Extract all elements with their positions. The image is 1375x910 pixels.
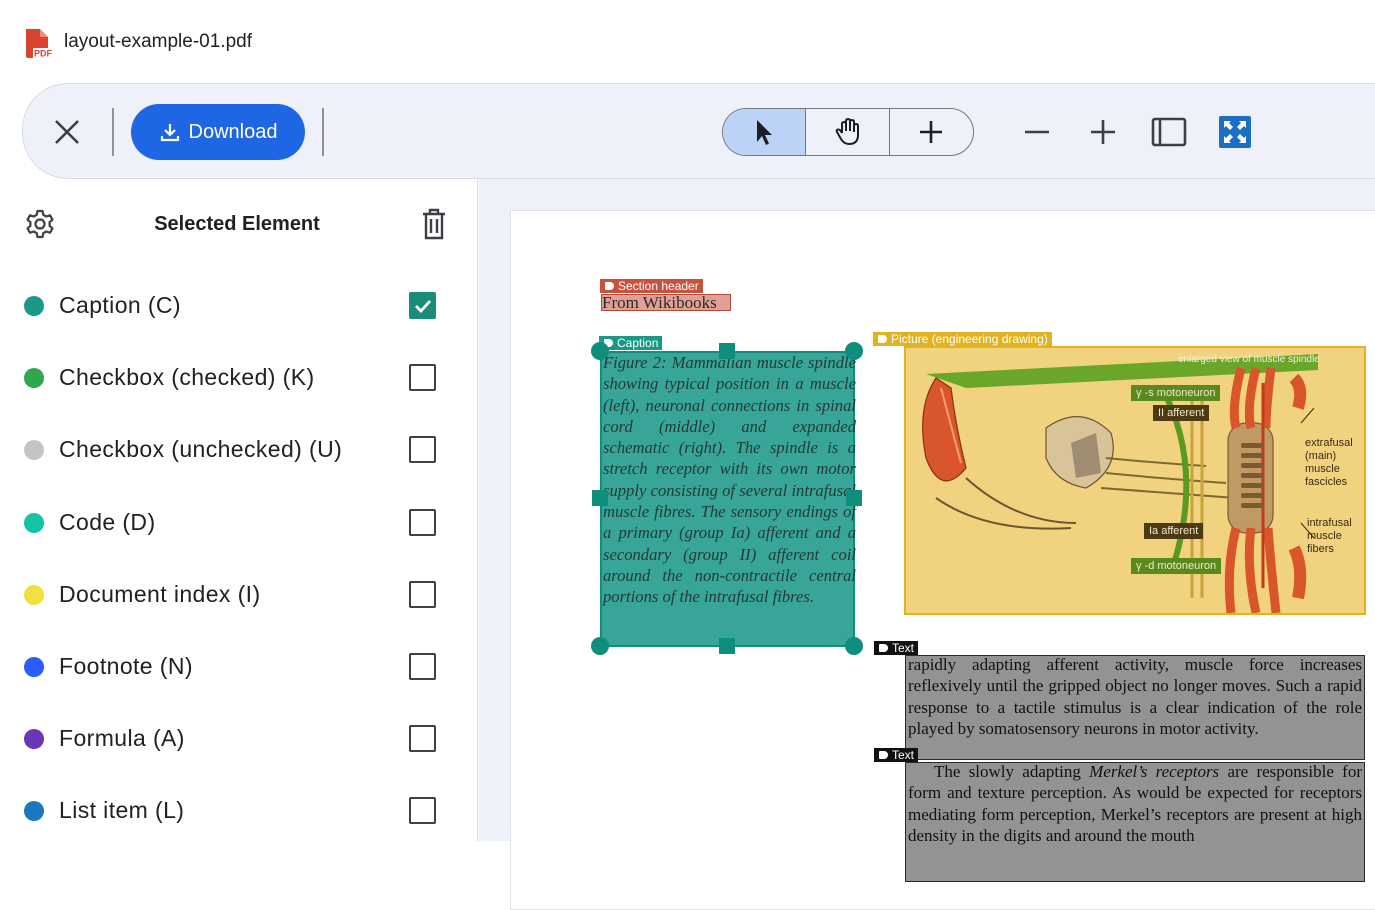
element-sidebar: Selected Element Caption (C) Checkbox (c…	[0, 179, 478, 841]
picture-label-gamma-d: γ -d motoneuron	[1131, 558, 1222, 574]
sidebar-item-label: List item (L)	[59, 797, 185, 823]
text-block[interactable]: The slowly adapting Merkel’s receptors a…	[905, 762, 1365, 882]
title-bar: PDF layout-example-01.pdf	[0, 0, 1375, 83]
checkbox[interactable]	[409, 364, 436, 391]
sidebar-title: Selected Element	[154, 213, 320, 235]
resize-handle-left[interactable]	[592, 490, 608, 506]
toolbar: Download	[22, 83, 1375, 179]
pdf-page: Section header From Wikibooks Caption Fi…	[510, 210, 1375, 910]
color-dot	[24, 368, 44, 388]
sidebar-item[interactable]: Formula (A)	[0, 709, 476, 769]
picture-tag: Picture (engineering drawing)	[873, 332, 1052, 346]
delete-button[interactable]	[421, 208, 447, 245]
checkbox[interactable]	[409, 725, 436, 752]
text-segment-italic: Merkel’s receptors	[1089, 762, 1220, 781]
picture-label-intrafusal: intrafusal muscle fibers	[1307, 517, 1352, 555]
color-dot	[24, 585, 44, 605]
text-block-content: rapidly adapting afferent activity, musc…	[908, 655, 1362, 738]
sidebar-item[interactable]: Checkbox (unchecked) (U)	[0, 420, 476, 480]
fit-width-button[interactable]	[1149, 112, 1189, 152]
color-dot	[24, 801, 44, 821]
section-header-tag: Section header	[600, 279, 703, 293]
picture-box[interactable]: enlarged view of muscle spindle γ -s mot…	[904, 346, 1366, 615]
resize-handle-bottom-left[interactable]	[591, 637, 609, 655]
text-block-content: The slowly adapting Merkel’s receptors a…	[908, 762, 1362, 846]
close-icon	[55, 120, 79, 144]
sidebar-item[interactable]: Footnote (N)	[0, 637, 476, 697]
checkbox[interactable]	[409, 653, 436, 680]
color-dot	[24, 513, 44, 533]
resize-handle-right[interactable]	[846, 490, 862, 506]
sidebar-item[interactable]: Code (D)	[0, 493, 476, 553]
sidebar-item-label: Document index (I)	[59, 581, 261, 607]
download-icon	[160, 124, 179, 142]
check-icon	[414, 299, 431, 313]
text-block[interactable]: rapidly adapting afferent activity, musc…	[905, 655, 1365, 760]
sidebar-item-label: Checkbox (unchecked) (U)	[59, 436, 343, 462]
sidebar-item[interactable]: Caption (C)	[0, 276, 476, 336]
picture-label-gamma-s: γ -s motoneuron	[1131, 385, 1221, 401]
sidebar-item-label: Footnote (N)	[59, 653, 193, 679]
trash-icon	[423, 208, 445, 240]
checkbox[interactable]	[409, 509, 436, 536]
pan-tool-button[interactable]	[806, 109, 890, 155]
hand-icon	[835, 118, 859, 145]
resize-handle-top-left[interactable]	[591, 342, 609, 360]
checkbox[interactable]	[409, 797, 436, 824]
fit-width-icon	[1151, 117, 1187, 147]
resize-handle-bottom[interactable]	[719, 638, 735, 654]
close-button[interactable]	[51, 116, 83, 148]
pdf-icon-text: PDF	[34, 49, 52, 59]
download-label: Download	[188, 120, 278, 143]
color-dot	[24, 296, 44, 316]
resize-handle-top[interactable]	[719, 343, 735, 359]
text-tag: Text	[874, 748, 919, 762]
picture-label-enlarged: enlarged view of muscle spindle	[1178, 354, 1320, 365]
checkbox[interactable]	[409, 581, 436, 608]
sidebar-item-label: Checkbox (checked) (K)	[59, 364, 315, 390]
toolbar-divider	[322, 108, 324, 156]
sidebar-item-label: Code (D)	[59, 509, 156, 535]
download-button[interactable]: Download	[131, 104, 305, 160]
text-segment: The slowly adapting	[934, 762, 1090, 781]
minus-icon	[1025, 130, 1049, 134]
color-dot	[24, 657, 44, 677]
caption-text: Figure 2: Mammalian muscle spindle showi…	[603, 353, 856, 607]
plus-icon	[920, 121, 943, 143]
zoom-in-button[interactable]	[1083, 112, 1123, 152]
document-viewer[interactable]: Section header From Wikibooks Caption Fi…	[479, 179, 1375, 910]
pointer-icon	[757, 120, 773, 145]
sidebar-item[interactable]: List item (L)	[0, 781, 476, 841]
add-tool-button[interactable]	[890, 109, 973, 155]
picture-label-extrafusal: extrafusal (main) muscle fascicles	[1305, 437, 1353, 488]
file-name: layout-example-01.pdf	[64, 31, 252, 52]
checkbox[interactable]	[409, 436, 436, 463]
picture-label-ia-afferent: Ia afferent	[1144, 523, 1204, 539]
select-tool-button[interactable]	[723, 109, 807, 155]
toolbar-divider	[112, 108, 114, 156]
fit-screen-button[interactable]	[1215, 112, 1255, 152]
fit-screen-icon	[1219, 116, 1251, 148]
text-tag: Text	[874, 641, 919, 655]
tool-selector	[722, 108, 974, 156]
sidebar-item-label: Caption (C)	[59, 292, 181, 318]
sidebar-item[interactable]: Document index (I)	[0, 565, 476, 625]
pdf-file-icon: PDF	[26, 29, 52, 59]
color-dot	[24, 440, 44, 460]
resize-handle-bottom-right[interactable]	[845, 637, 863, 655]
sidebar-item[interactable]: Checkbox (checked) (K)	[0, 348, 476, 408]
sidebar-item-label: Formula (A)	[59, 725, 185, 751]
plus-icon	[1091, 120, 1115, 144]
section-header-text: From Wikibooks	[602, 293, 717, 312]
checkbox[interactable]	[409, 292, 436, 319]
picture-label-ii-afferent: II afferent	[1153, 405, 1210, 421]
zoom-out-button[interactable]	[1017, 112, 1057, 152]
color-dot	[24, 729, 44, 749]
resize-handle-top-right[interactable]	[845, 342, 863, 360]
